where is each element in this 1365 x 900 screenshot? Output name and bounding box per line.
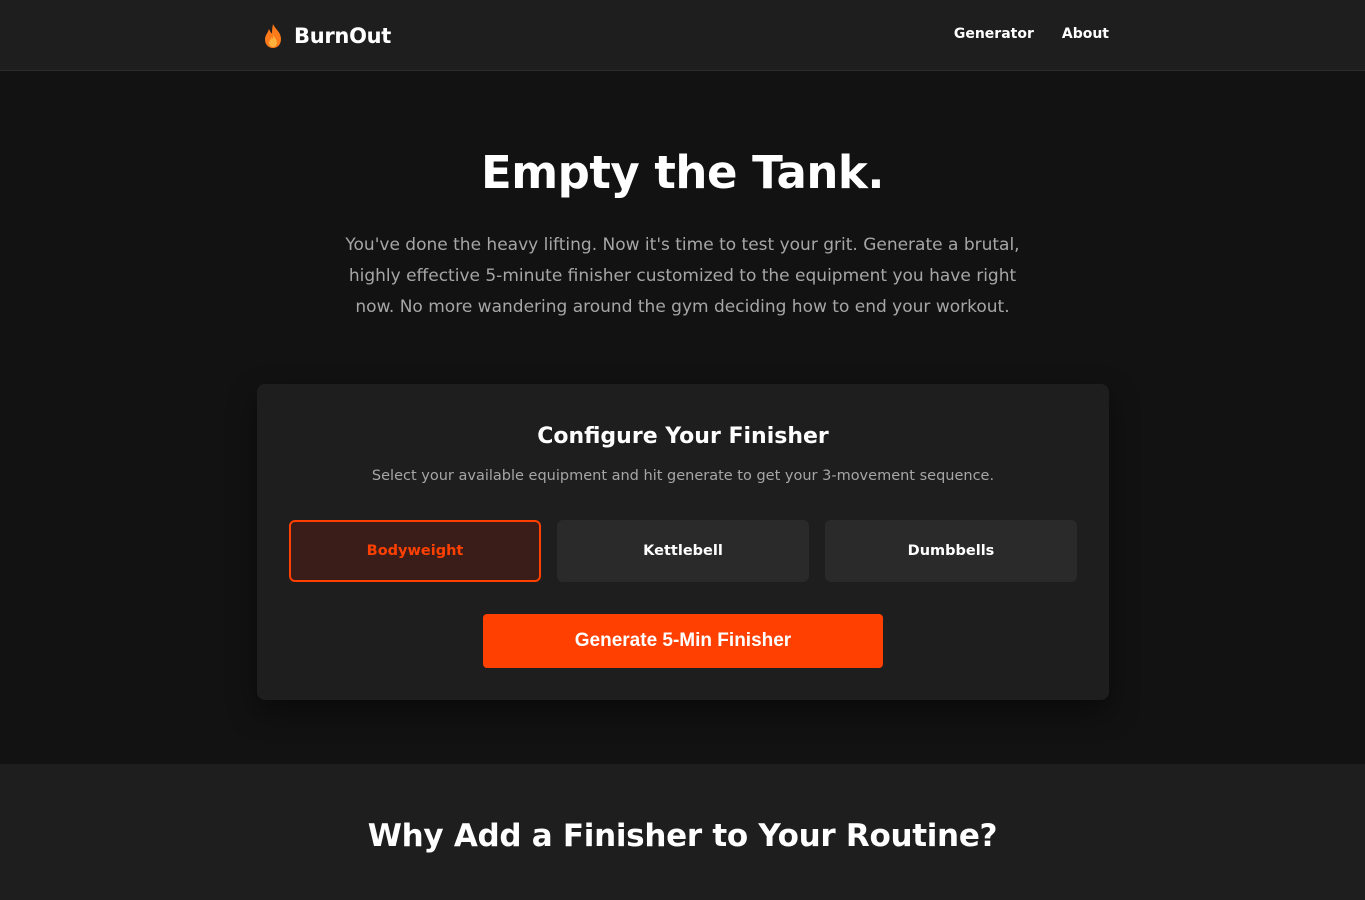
why-section-title: Why Add a Finisher to Your Routine? [367, 818, 998, 854]
configure-subtitle: Select your available equipment and hit … [371, 468, 995, 484]
main-nav: Generator About [954, 26, 1109, 42]
why-finisher-section: Why Add a Finisher to Your Routine? [0, 764, 1365, 900]
brand-logo-link[interactable]: BurnOut [262, 22, 391, 50]
hero-subtitle: You've done the heavy lifting. Now it's … [345, 235, 1020, 317]
configure-finisher-card: Configure Your Finisher Select your avai… [257, 384, 1109, 700]
hero-title: Empty the Tank. [481, 146, 884, 199]
fire-icon [262, 23, 284, 49]
top-navigation-bar: BurnOut Generator About [0, 0, 1365, 71]
nav-link-generator[interactable]: Generator [954, 26, 1034, 42]
nav-link-about[interactable]: About [1062, 26, 1109, 42]
equipment-option-bodyweight[interactable]: Bodyweight [289, 520, 541, 582]
equipment-option-kettlebell[interactable]: Kettlebell [557, 520, 809, 582]
equipment-option-dumbbells[interactable]: Dumbbells [825, 520, 1077, 582]
brand-name: BurnOut [294, 24, 392, 48]
generate-finisher-button[interactable]: Generate 5-Min Finisher [483, 614, 883, 668]
configure-title: Configure Your Finisher [537, 424, 829, 449]
